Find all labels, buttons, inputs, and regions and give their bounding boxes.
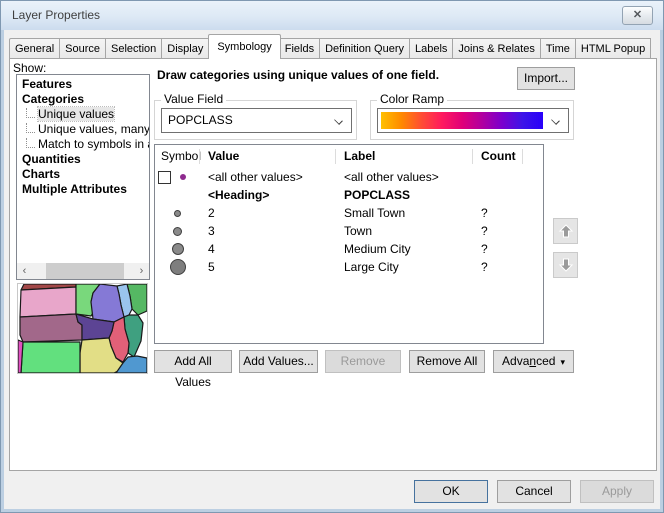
- column-count: Count: [473, 145, 523, 168]
- add-all-values-button[interactable]: Add All Values: [154, 350, 232, 373]
- all-other-values-dot[interactable]: [180, 174, 186, 180]
- show-item-categories[interactable]: Categories: [17, 92, 149, 107]
- tab-selection[interactable]: Selection: [106, 38, 162, 59]
- value-field-selected: POPCLASS: [168, 113, 233, 127]
- show-label: Show:: [13, 61, 46, 75]
- color-ramp-combobox[interactable]: [377, 108, 569, 133]
- close-icon: ✕: [633, 9, 642, 21]
- point-symbol[interactable]: [172, 243, 184, 255]
- table-header: Symbol Value Label Count: [155, 145, 543, 168]
- show-tree-panel: Features Categories Unique values Unique…: [16, 74, 150, 280]
- symbology-tab-page: Show: Features Categories Unique values …: [9, 58, 657, 471]
- show-item-features[interactable]: Features: [17, 77, 149, 92]
- advanced-button[interactable]: Advanced▾: [493, 350, 574, 373]
- dialog-body: General Source Selection Display Symbolo…: [4, 30, 660, 509]
- apply-button[interactable]: Apply: [580, 480, 654, 503]
- tab-general[interactable]: General: [9, 38, 60, 59]
- import-button[interactable]: Import...: [517, 67, 575, 90]
- show-item-quantities[interactable]: Quantities: [17, 152, 149, 167]
- tree-branch-icon: [26, 123, 35, 133]
- table-row[interactable]: 3 Town ?: [155, 222, 543, 240]
- column-label: Label: [336, 145, 473, 168]
- value-field-label: Value Field: [161, 93, 226, 106]
- categories-table: Symbol Value Label Count <all other valu…: [154, 144, 544, 344]
- table-row[interactable]: 5 Large City ?: [155, 258, 543, 276]
- show-item-unique-values[interactable]: Unique values: [17, 107, 149, 122]
- tab-joins-relates[interactable]: Joins & Relates: [453, 38, 540, 59]
- all-other-values-checkbox[interactable]: [158, 171, 171, 184]
- show-item-unique-values-many[interactable]: Unique values, many: [17, 122, 149, 137]
- show-panel-hscrollbar[interactable]: ‹ ›: [17, 263, 149, 279]
- tree-branch-icon: [26, 108, 35, 118]
- tab-symbology[interactable]: Symbology: [208, 34, 280, 59]
- ok-button[interactable]: OK: [414, 480, 488, 503]
- table-row[interactable]: <all other values> <all other values>: [155, 168, 543, 186]
- layer-properties-dialog: Layer Properties ✕ General Source Select…: [0, 0, 664, 513]
- column-symbol: Symbol: [155, 145, 200, 168]
- cancel-button[interactable]: Cancel: [497, 480, 571, 503]
- value-field-combobox[interactable]: POPCLASS: [161, 108, 352, 133]
- chevron-down-icon: [551, 116, 560, 125]
- scroll-left-icon[interactable]: ‹: [17, 263, 32, 279]
- move-down-button[interactable]: [553, 252, 578, 278]
- table-row[interactable]: 4 Medium City ?: [155, 240, 543, 258]
- down-arrow-icon: [558, 257, 574, 273]
- table-row[interactable]: <Heading> POPCLASS: [155, 186, 543, 204]
- tab-display[interactable]: Display: [162, 38, 209, 59]
- scroll-right-icon[interactable]: ›: [134, 263, 149, 279]
- color-ramp-group: Color Ramp: [370, 100, 574, 140]
- table-row[interactable]: 2 Small Town ?: [155, 204, 543, 222]
- color-ramp-gradient: [381, 112, 543, 129]
- value-field-group: Value Field POPCLASS: [154, 100, 357, 140]
- point-symbol[interactable]: [173, 227, 182, 236]
- show-item-match-symbols[interactable]: Match to symbols in a: [17, 137, 149, 152]
- tree-branch-icon: [26, 138, 35, 148]
- add-values-button[interactable]: Add Values...: [239, 350, 318, 373]
- tab-fields[interactable]: Fields: [280, 38, 320, 59]
- column-value: Value: [200, 145, 336, 168]
- tab-strip: General Source Selection Display Symbolo…: [9, 34, 651, 59]
- tab-html-popup[interactable]: HTML Popup: [576, 38, 651, 59]
- title-bar[interactable]: Layer Properties ✕: [1, 1, 663, 30]
- map-region: [20, 314, 82, 342]
- tab-definition-query[interactable]: Definition Query: [320, 38, 410, 59]
- window-title: Layer Properties: [12, 8, 100, 22]
- symbology-preview-map: [17, 283, 148, 374]
- point-symbol[interactable]: [174, 210, 181, 217]
- show-item-multiple-attributes[interactable]: Multiple Attributes: [17, 182, 149, 197]
- tab-source[interactable]: Source: [60, 38, 106, 59]
- color-ramp-label: Color Ramp: [377, 93, 447, 106]
- method-description: Draw categories using unique values of o…: [157, 68, 439, 82]
- tab-labels[interactable]: Labels: [410, 38, 453, 59]
- chevron-down-icon: [334, 116, 343, 125]
- scrollbar-thumb[interactable]: [46, 263, 124, 279]
- dropdown-arrow-icon: ▾: [560, 357, 565, 367]
- point-symbol[interactable]: [170, 259, 186, 275]
- tab-time[interactable]: Time: [541, 38, 576, 59]
- remove-button[interactable]: Remove: [325, 350, 401, 373]
- remove-all-button[interactable]: Remove All: [409, 350, 485, 373]
- show-item-charts[interactable]: Charts: [17, 167, 149, 182]
- up-arrow-icon: [558, 223, 574, 239]
- close-button[interactable]: ✕: [622, 6, 653, 25]
- move-up-button[interactable]: [553, 218, 578, 244]
- map-region: [21, 342, 80, 373]
- map-region: [20, 287, 76, 317]
